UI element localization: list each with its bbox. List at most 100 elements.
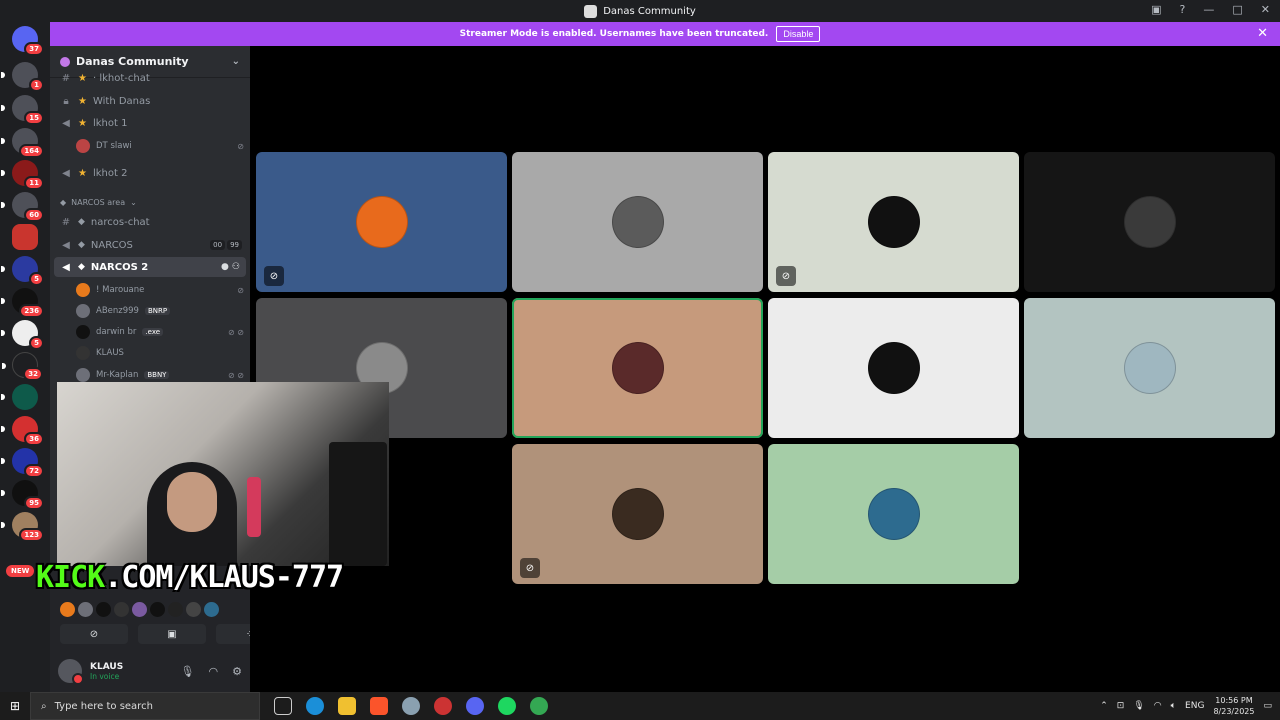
server-icon[interactable]: 15: [1, 95, 44, 125]
star-icon: ★: [78, 72, 87, 84]
server-icon-active[interactable]: [12, 224, 38, 250]
server-icon[interactable]: 32: [2, 352, 43, 381]
avatar: [76, 368, 90, 382]
network-icon[interactable]: ⊡: [1117, 701, 1125, 711]
clock[interactable]: 10:56 PM 8/23/2025: [1213, 695, 1254, 717]
inbox-icon[interactable]: ▣: [1151, 3, 1161, 16]
brave-icon[interactable]: [370, 697, 388, 715]
maximize-button[interactable]: □: [1232, 3, 1242, 16]
video-tile-speaking[interactable]: [512, 298, 763, 438]
speaker-icon: ◀: [62, 239, 70, 251]
task-view-icon[interactable]: [274, 697, 292, 715]
notifications-icon[interactable]: ▭: [1263, 701, 1272, 711]
server-icon[interactable]: 95: [1, 480, 44, 510]
home-button[interactable]: 37: [12, 26, 44, 56]
file-explorer-icon[interactable]: [338, 697, 356, 715]
wifi-icon[interactable]: ◠: [1154, 701, 1162, 711]
server-icon[interactable]: 5: [1, 320, 44, 350]
streamer-mode-banner: Streamer Mode is enabled. Usernames have…: [0, 22, 1280, 46]
app-icon[interactable]: [434, 697, 452, 715]
chat-bubble-icon[interactable]: ● ⚇: [221, 262, 240, 272]
windows-taskbar: ⊞ ⌕ Type here to search ⌃ ⊡ 🎙︎ ◠ 🔈︎ ENG …: [0, 692, 1280, 720]
star-icon: ★: [78, 117, 87, 129]
muted-icon: ⊘: [237, 285, 244, 295]
chevron-up-icon[interactable]: ⌃: [1100, 701, 1108, 711]
close-window-button[interactable]: ✕: [1261, 3, 1270, 16]
speaker-icon: ◀: [62, 117, 70, 129]
voice-user[interactable]: darwin br .exe ⊘ ⊘: [76, 323, 244, 341]
hash-icon: #: [61, 72, 71, 84]
server-icon[interactable]: 1: [1, 62, 44, 92]
help-icon[interactable]: ?: [1180, 3, 1186, 16]
app-icon[interactable]: [402, 697, 420, 715]
avatar: [355, 196, 408, 248]
voice-user[interactable]: DT slawi ⊘: [76, 137, 244, 155]
spotify-icon[interactable]: [498, 697, 516, 715]
video-tile[interactable]: ⊘: [256, 152, 507, 292]
server-icon[interactable]: 36: [1, 416, 44, 446]
close-banner-icon[interactable]: ✕: [1257, 26, 1268, 41]
channel-narcos-chat[interactable]: # ◆ narcos-chat: [54, 212, 246, 232]
video-tile[interactable]: ⊘: [512, 444, 763, 584]
server-icon[interactable]: 11: [1, 160, 44, 190]
video-tile[interactable]: [1024, 152, 1275, 292]
chevron-down-icon[interactable]: ⌄: [232, 56, 240, 67]
star-icon: ★: [78, 167, 87, 179]
channel-with-danas[interactable]: 🔒︎ ★ With Danas: [54, 91, 246, 111]
headphones-icon[interactable]: ◠: [209, 665, 219, 678]
muted-icon: ⊘: [237, 141, 244, 151]
disable-streamer-mode-button[interactable]: Disable: [776, 26, 821, 42]
server-icon[interactable]: 72: [1, 448, 44, 478]
server-icon[interactable]: 164: [1, 128, 44, 158]
gear-icon[interactable]: ⚙: [232, 665, 242, 678]
avatar: [96, 602, 111, 617]
video-tile[interactable]: [768, 444, 1019, 584]
wolf-icon: ◆: [60, 198, 67, 207]
edge-icon[interactable]: [306, 697, 324, 715]
screen-share-button[interactable]: ▣: [138, 624, 206, 644]
video-tile[interactable]: ⊘: [768, 152, 1019, 292]
wolf-icon: ◆: [78, 240, 85, 250]
avatar: [1123, 342, 1176, 394]
camera-off-button[interactable]: ⊘: [60, 624, 128, 644]
avatar[interactable]: [58, 659, 84, 685]
video-tile[interactable]: [768, 298, 1019, 438]
minimize-button[interactable]: —: [1203, 3, 1214, 16]
server-icon[interactable]: 60: [1, 192, 44, 222]
windows-start-icon[interactable]: ⊞: [0, 699, 30, 713]
server-icon[interactable]: 236: [1, 288, 44, 318]
activities-button[interactable]: ⁘: [216, 624, 250, 644]
chrome-icon[interactable]: [530, 697, 548, 715]
server-icon[interactable]: 123: [1, 512, 44, 542]
voice-channel-narcos-2[interactable]: ◀ ◆ NARCOS 2 ● ⚇: [54, 257, 246, 277]
discord-icon[interactable]: [466, 697, 484, 715]
voice-user[interactable]: ABenz999 BNRP: [76, 302, 244, 320]
category-narcos[interactable]: ◆ NARCOS area ⌄: [60, 198, 137, 207]
avatar: [150, 602, 165, 617]
kick-channel-overlay: KICK.COM/KLAUS-777: [36, 560, 344, 595]
video-tile[interactable]: [512, 152, 763, 292]
voice-user[interactable]: KLAUS: [76, 344, 244, 362]
taskbar-search[interactable]: ⌕ Type here to search: [30, 692, 260, 720]
user-limit-chip: 00 99: [210, 240, 242, 250]
channel-lkhot-chat[interactable]: # ★ · lkhot-chat: [54, 68, 246, 88]
voice-channel-lkhot-2[interactable]: ◀ ★ lkhot 2: [54, 163, 246, 183]
video-tile[interactable]: [1024, 298, 1275, 438]
streamer-face: [167, 472, 217, 532]
avatar: [76, 346, 90, 360]
server-icon[interactable]: [1, 384, 38, 410]
taskbar-apps: [274, 697, 548, 715]
voice-channel-narcos[interactable]: ◀ ◆ NARCOS 00 99: [54, 235, 246, 255]
voice-channel-lkhot-1[interactable]: ◀ ★ lkhot 1: [54, 113, 246, 133]
server-icon[interactable]: 5: [1, 256, 44, 286]
user-panel: KLAUS In voice 🎙︎ ◠ ⚙: [50, 650, 250, 692]
mic-tray-icon[interactable]: 🎙︎: [1133, 701, 1144, 711]
wolf-icon: ◆: [78, 217, 85, 227]
voice-user[interactable]: ! Marouane ⊘: [76, 281, 244, 299]
language-indicator[interactable]: ENG: [1185, 701, 1204, 711]
star-icon: ★: [78, 95, 87, 107]
speaker-icon: ◀: [62, 261, 70, 273]
microphone-icon[interactable]: 🎙︎: [181, 665, 195, 678]
wolf-icon: ◆: [78, 262, 85, 272]
volume-icon[interactable]: 🔈︎: [1171, 701, 1176, 711]
